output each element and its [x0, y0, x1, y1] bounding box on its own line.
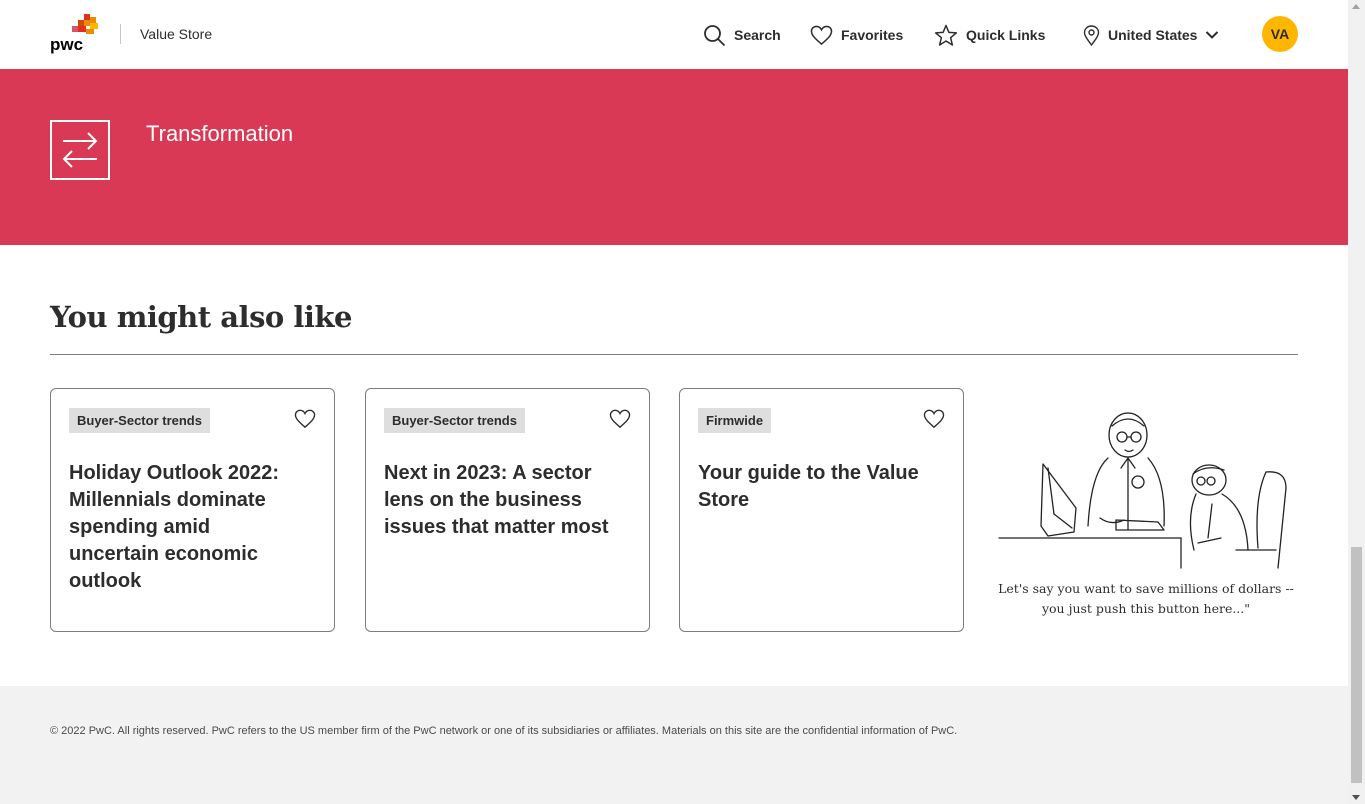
user-avatar[interactable]: VA: [1262, 16, 1298, 52]
cartoon-illustration: [996, 408, 1296, 573]
quick-links-label: Quick Links: [966, 27, 1046, 43]
caption-line-2: you just push this button here...": [1041, 601, 1251, 616]
search-button[interactable]: Search: [703, 22, 781, 48]
location-pin-icon: [1083, 24, 1100, 46]
card-tag: Firmwide: [698, 408, 772, 433]
scrollbar-thumb[interactable]: [1351, 547, 1362, 783]
recommendation-card[interactable]: Buyer-Sector trends Next in 2023: A sect…: [365, 388, 650, 632]
pwc-logo[interactable]: pwc: [50, 14, 102, 54]
chevron-down-icon: [1205, 30, 1219, 40]
logo-text: pwc: [50, 35, 83, 54]
card-title: Next in 2023: A sector lens on the busin…: [384, 462, 609, 538]
search-icon: [703, 24, 726, 47]
card-title: Your guide to the Value Store: [698, 462, 919, 511]
section-divider: [50, 354, 1298, 355]
region-selector[interactable]: United States: [1083, 22, 1219, 48]
card-tag: Buyer-Sector trends: [384, 408, 525, 433]
cartoon-caption: Let's say you want to save millions of d…: [996, 579, 1296, 619]
section-title: You might also like: [50, 300, 352, 334]
quick-links-button[interactable]: Quick Links: [934, 22, 1045, 48]
site-header: pwc Value Store Search Favorites Quick L…: [0, 0, 1348, 69]
heart-icon: [810, 25, 833, 46]
heart-icon[interactable]: [609, 409, 631, 429]
site-footer: © 2022 PwC. All rights reserved. PwC ref…: [0, 686, 1348, 804]
copyright-text: © 2022 PwC. All rights reserved. PwC ref…: [50, 725, 958, 737]
banner-title: Transformation: [146, 121, 294, 146]
scroll-up-arrow-icon[interactable]: [1352, 4, 1360, 9]
logo-divider: [120, 24, 121, 44]
transformation-arrows-icon: [50, 120, 110, 180]
scroll-down-arrow-icon[interactable]: [1352, 795, 1360, 800]
card-title: Holiday Outlook 2022: Millennials domina…: [69, 462, 280, 592]
favorites-button[interactable]: Favorites: [810, 22, 903, 48]
recommendation-card[interactable]: Firmwide Your guide to the Value Store: [679, 388, 964, 632]
heart-icon[interactable]: [923, 409, 945, 429]
category-banner: Transformation: [0, 69, 1348, 245]
search-label: Search: [734, 27, 781, 43]
heart-icon[interactable]: [294, 409, 316, 429]
star-icon: [934, 24, 958, 47]
favorites-label: Favorites: [841, 27, 904, 43]
recommendation-card[interactable]: Buyer-Sector trends Holiday Outlook 2022…: [50, 388, 335, 632]
region-label: United States: [1108, 27, 1198, 43]
vertical-scrollbar[interactable]: [1348, 0, 1365, 804]
card-tag: Buyer-Sector trends: [69, 408, 210, 433]
store-name[interactable]: Value Store: [140, 26, 212, 42]
caption-line-1: Let's say you want to save millions of d…: [998, 581, 1294, 596]
